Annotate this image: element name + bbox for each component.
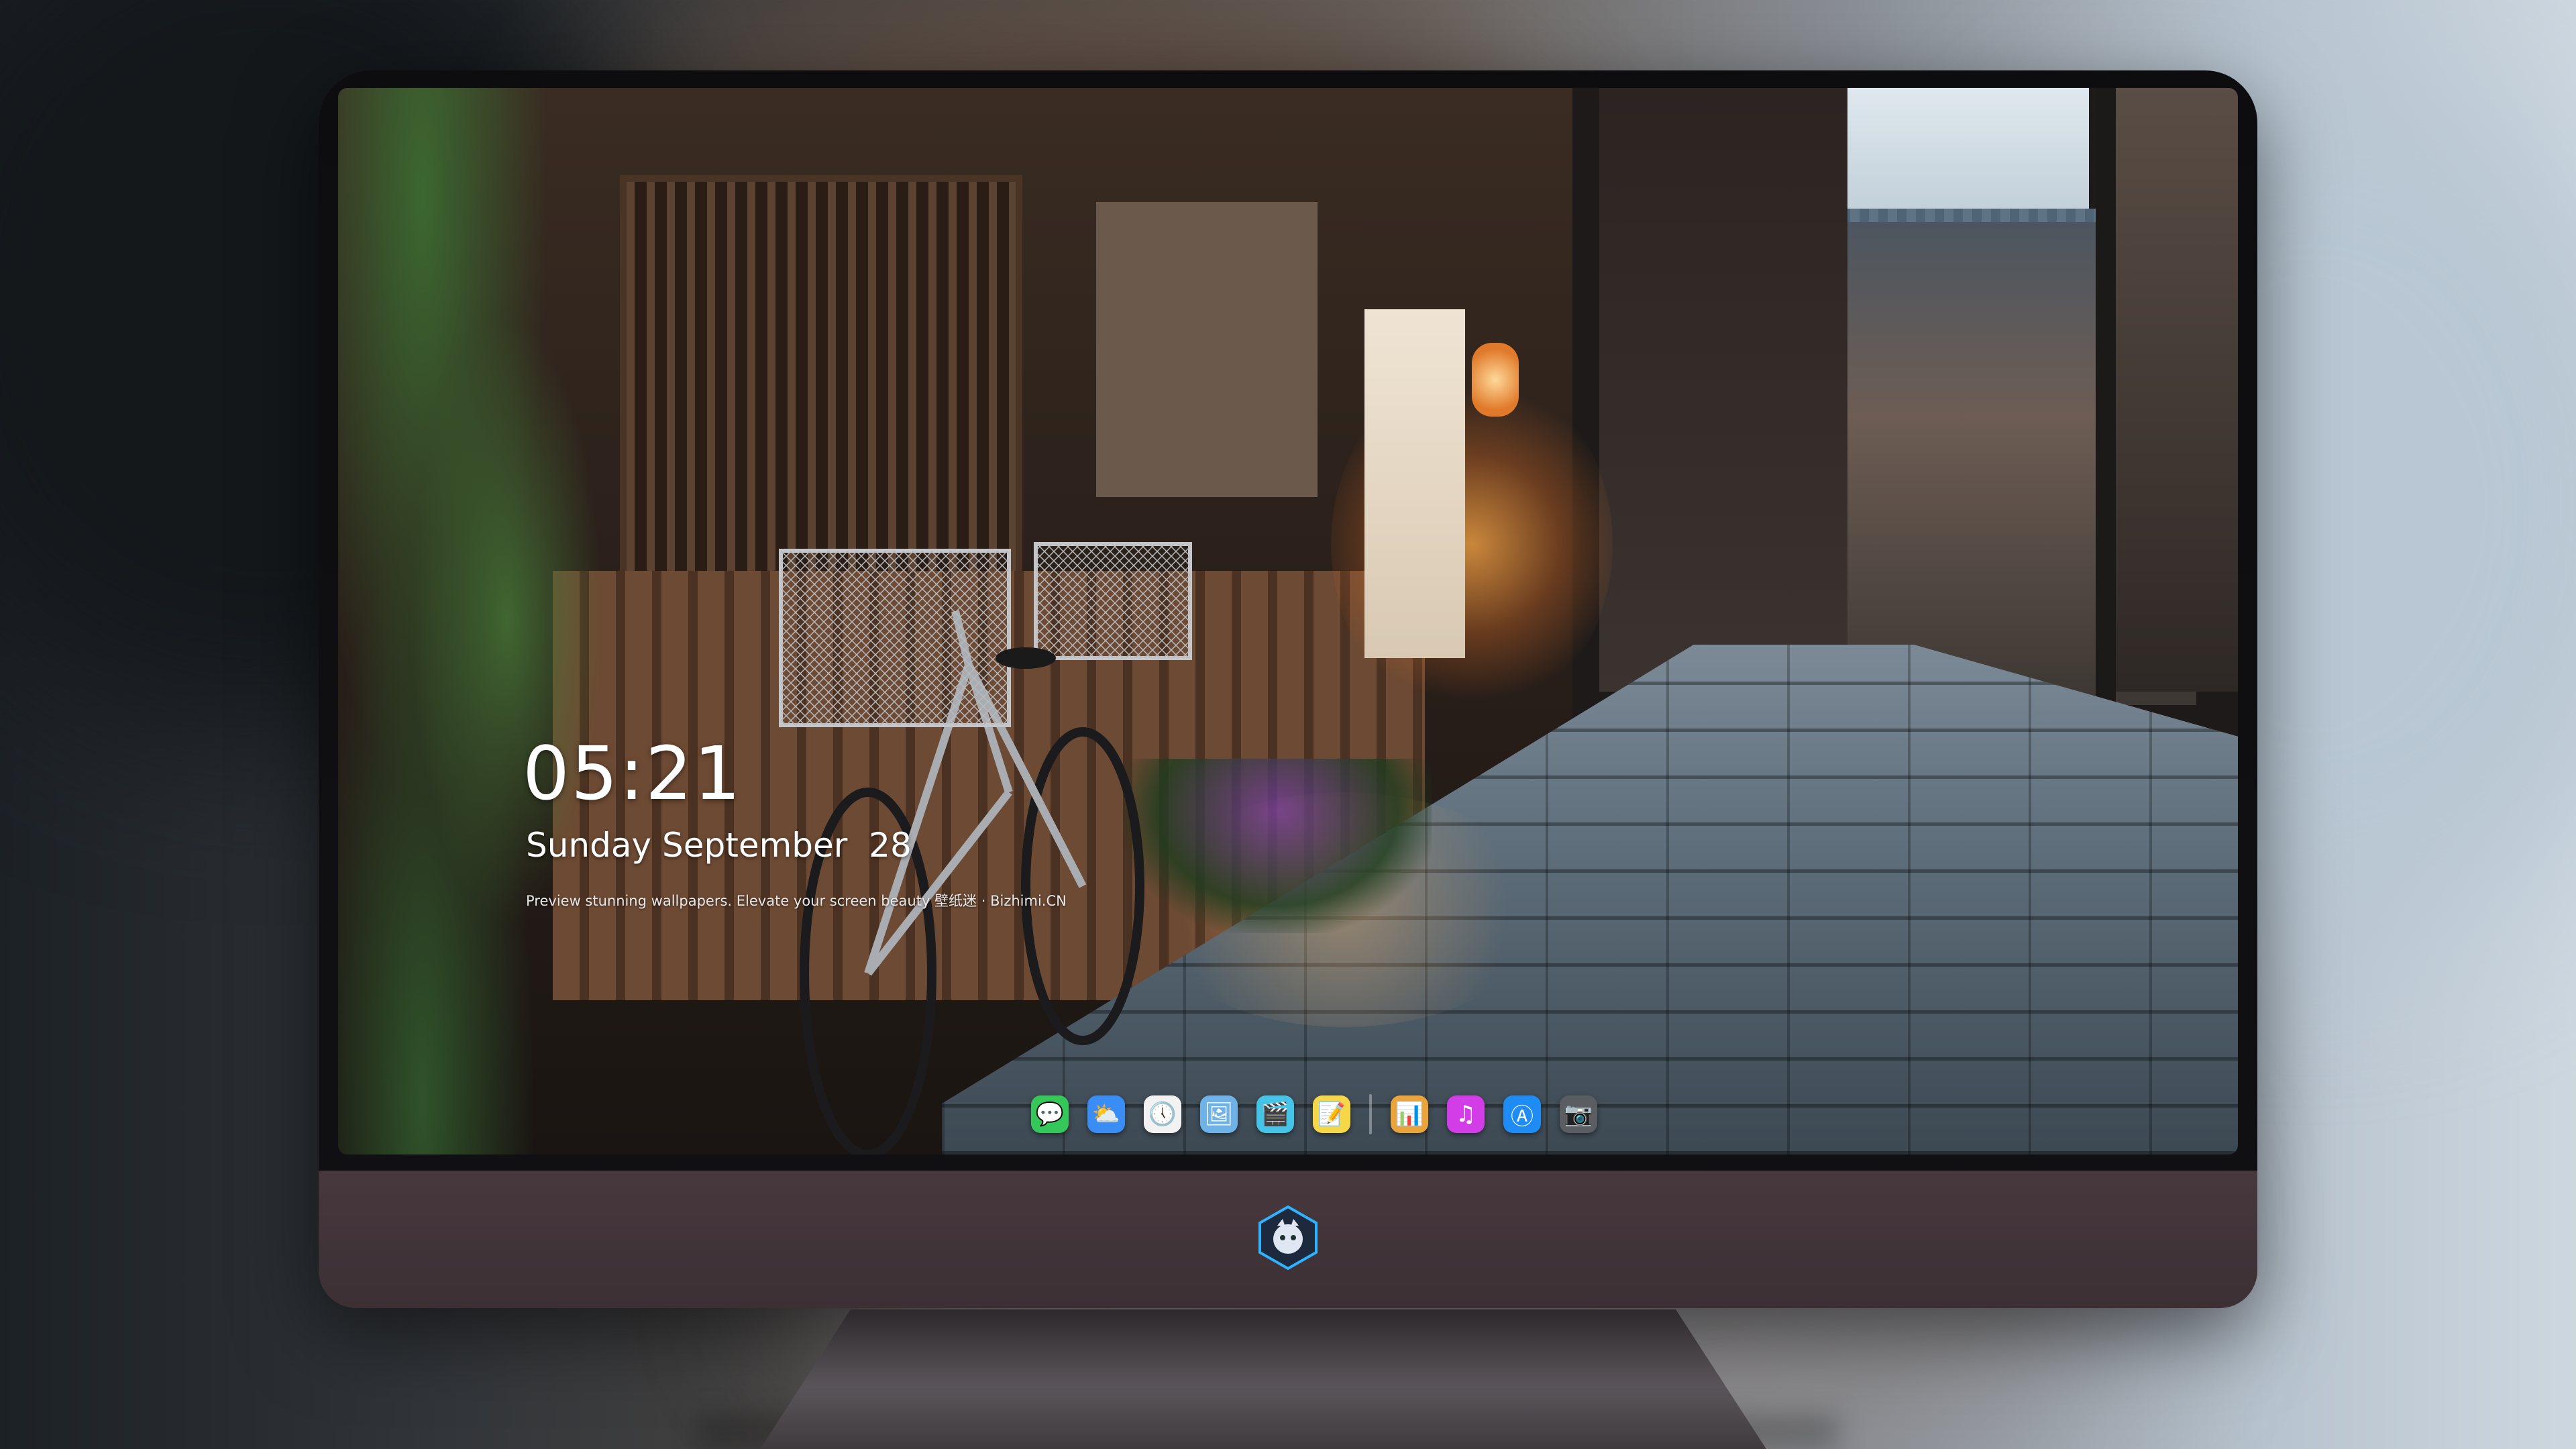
lockscreen-clock: 05:21 [523,731,743,816]
clock-icon[interactable]: 🕔 [1144,1095,1181,1133]
wallpaper-plants [338,88,620,1155]
wallpaper-right-building [2096,88,2238,692]
notes-icon[interactable]: 📝 [1313,1095,1350,1133]
monitor-stand [760,1309,1766,1449]
brand-logo [1258,1205,1318,1271]
lockscreen-tagline: Preview stunning wallpapers. Elevate you… [526,893,1067,909]
wallpaper-noren-curtain [1364,309,1465,658]
music-icon[interactable]: ♫ [1447,1095,1485,1133]
preview-icon[interactable]: 🖼 [1200,1095,1238,1133]
clips-icon[interactable]: 🎬 [1256,1095,1294,1133]
wallpaper-plaster-wall [1096,202,1318,497]
lockscreen-date: Sunday September 28 [526,826,912,865]
wallpaper-lantern [1472,343,1519,417]
wallpaper-bicycle [779,542,1192,1155]
dock-separator [1369,1094,1372,1134]
wallpaper-alley-wall [1599,88,1847,692]
app-store-icon[interactable]: Ⓐ [1503,1095,1541,1133]
messages-icon[interactable]: 💬 [1031,1095,1069,1133]
photo-booth-icon[interactable]: 📊 [1391,1095,1428,1133]
wallpaper-utility-pole [2096,88,2116,732]
weather-icon[interactable]: ⛅ [1087,1095,1125,1133]
screen: 05:21 Sunday September 28 Preview stunni… [338,88,2238,1155]
monitor: 05:21 Sunday September 28 Preview stunni… [319,70,2257,1308]
dock: 💬 ⛅ 🕔 🖼 🎬 📝 📊 ♫ Ⓐ 📷 [1019,1087,1609,1141]
camera-icon[interactable]: 📷 [1560,1095,1597,1133]
